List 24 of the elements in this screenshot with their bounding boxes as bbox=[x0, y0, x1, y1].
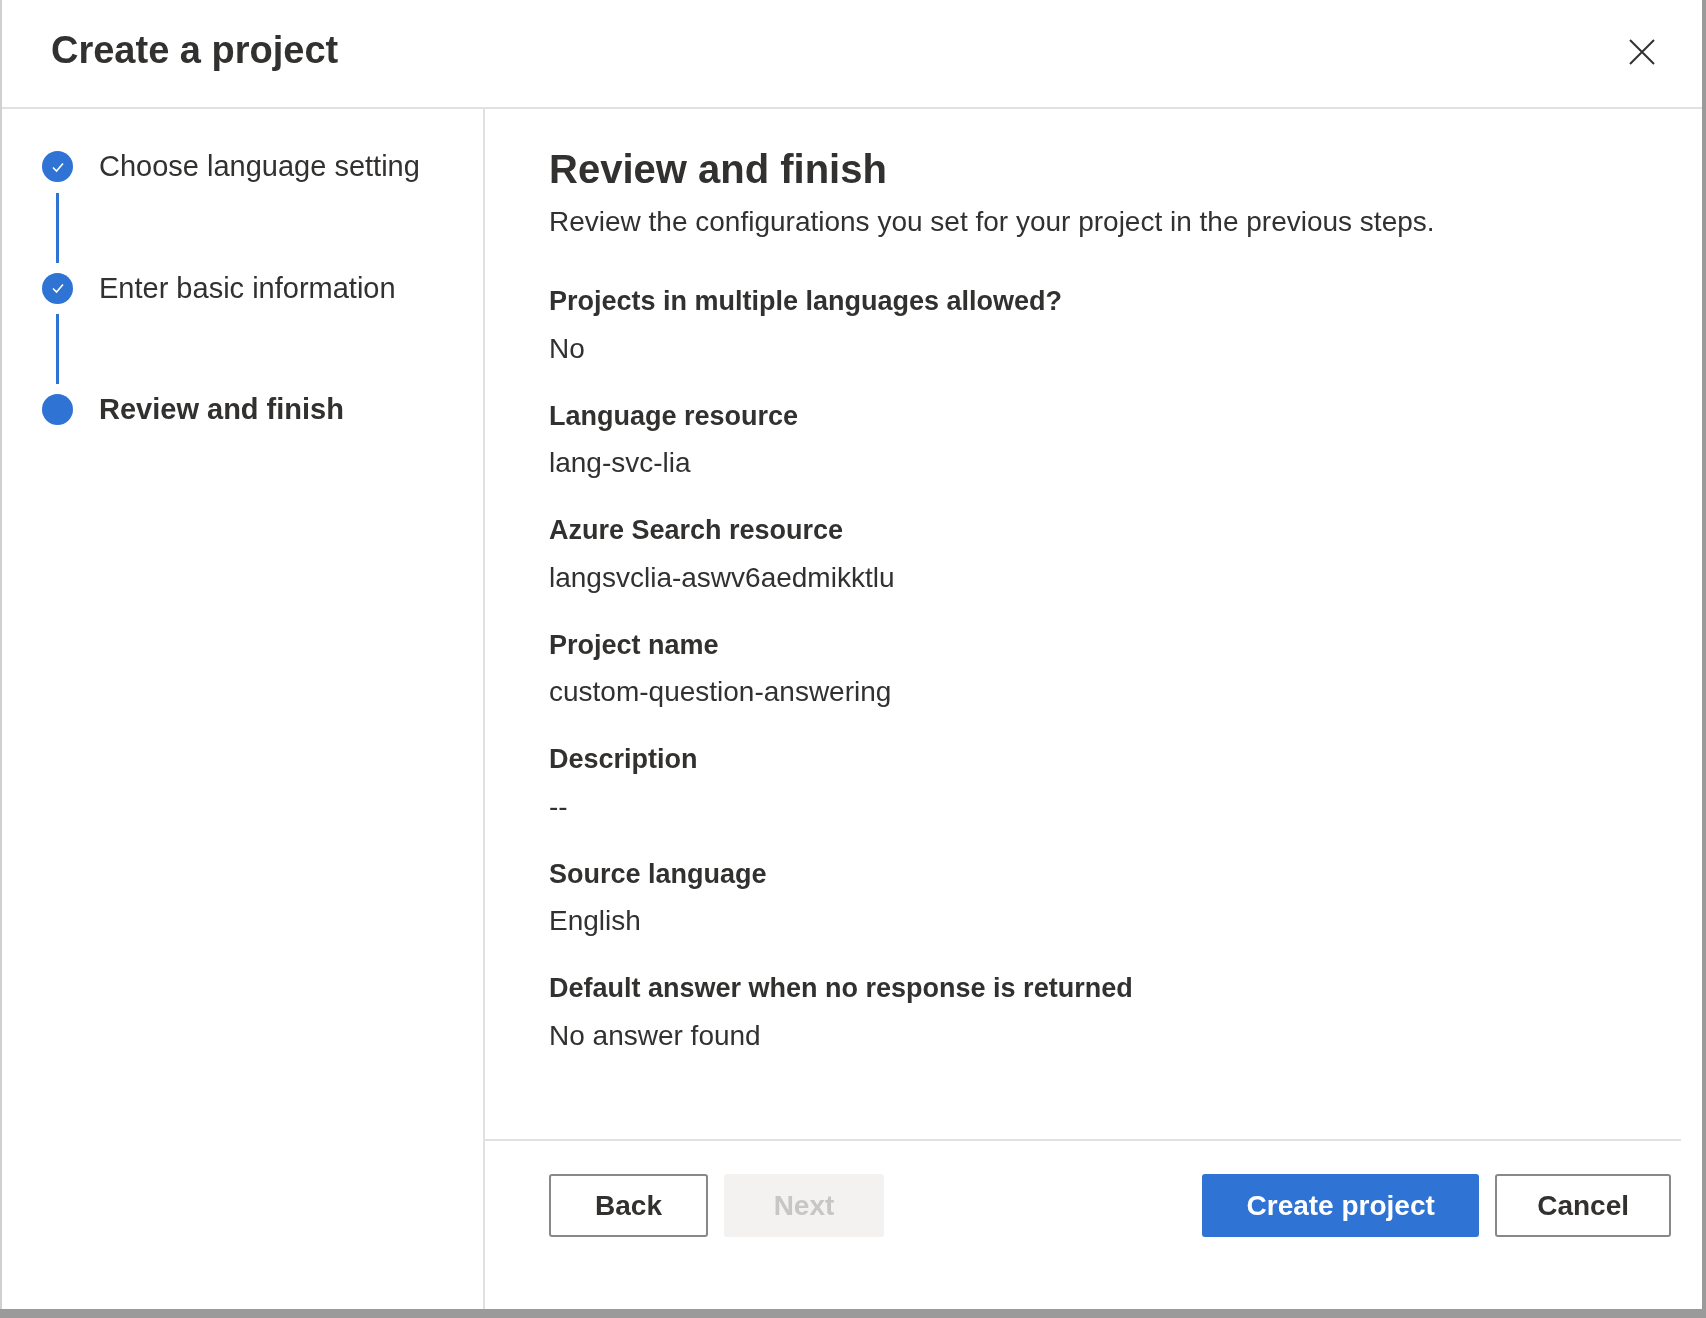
close-icon bbox=[1628, 38, 1656, 66]
field-value: langsvclia-aswv6aedmikktlu bbox=[549, 560, 896, 595]
field-label: Description bbox=[549, 743, 699, 776]
field-value: English bbox=[549, 904, 642, 938]
field-value: No answer found bbox=[549, 1018, 762, 1053]
field-value: custom-question-answering bbox=[549, 675, 893, 709]
step-label: Choose language setting bbox=[99, 149, 420, 184]
field-label: Default answer when no response is returned bbox=[549, 972, 1134, 1005]
field-label: Azure Search resource bbox=[549, 514, 845, 547]
section-description: Review the configurations you set for your project in the previous steps. bbox=[549, 205, 1436, 239]
step-label: Enter basic information bbox=[99, 270, 396, 306]
field-value: -- bbox=[549, 789, 569, 824]
field-label: Source language bbox=[549, 857, 768, 891]
primary-button[interactable]: Create project bbox=[1202, 1174, 1480, 1237]
secondary-button[interactable]: Cancel bbox=[1495, 1174, 1671, 1237]
secondary-button[interactable]: Back bbox=[549, 1174, 708, 1237]
section-heading: Review and finish bbox=[549, 146, 888, 193]
field-label: Project name bbox=[549, 628, 720, 662]
field-value: lang-svc-lia bbox=[549, 446, 692, 480]
field-label: Language resource bbox=[549, 399, 800, 433]
field-value: No bbox=[549, 331, 586, 366]
step-label: Review and finish bbox=[99, 392, 344, 427]
field-label: Projects in multiple languages allowed? bbox=[549, 285, 1064, 318]
dialog-title: Create a project bbox=[51, 28, 339, 73]
